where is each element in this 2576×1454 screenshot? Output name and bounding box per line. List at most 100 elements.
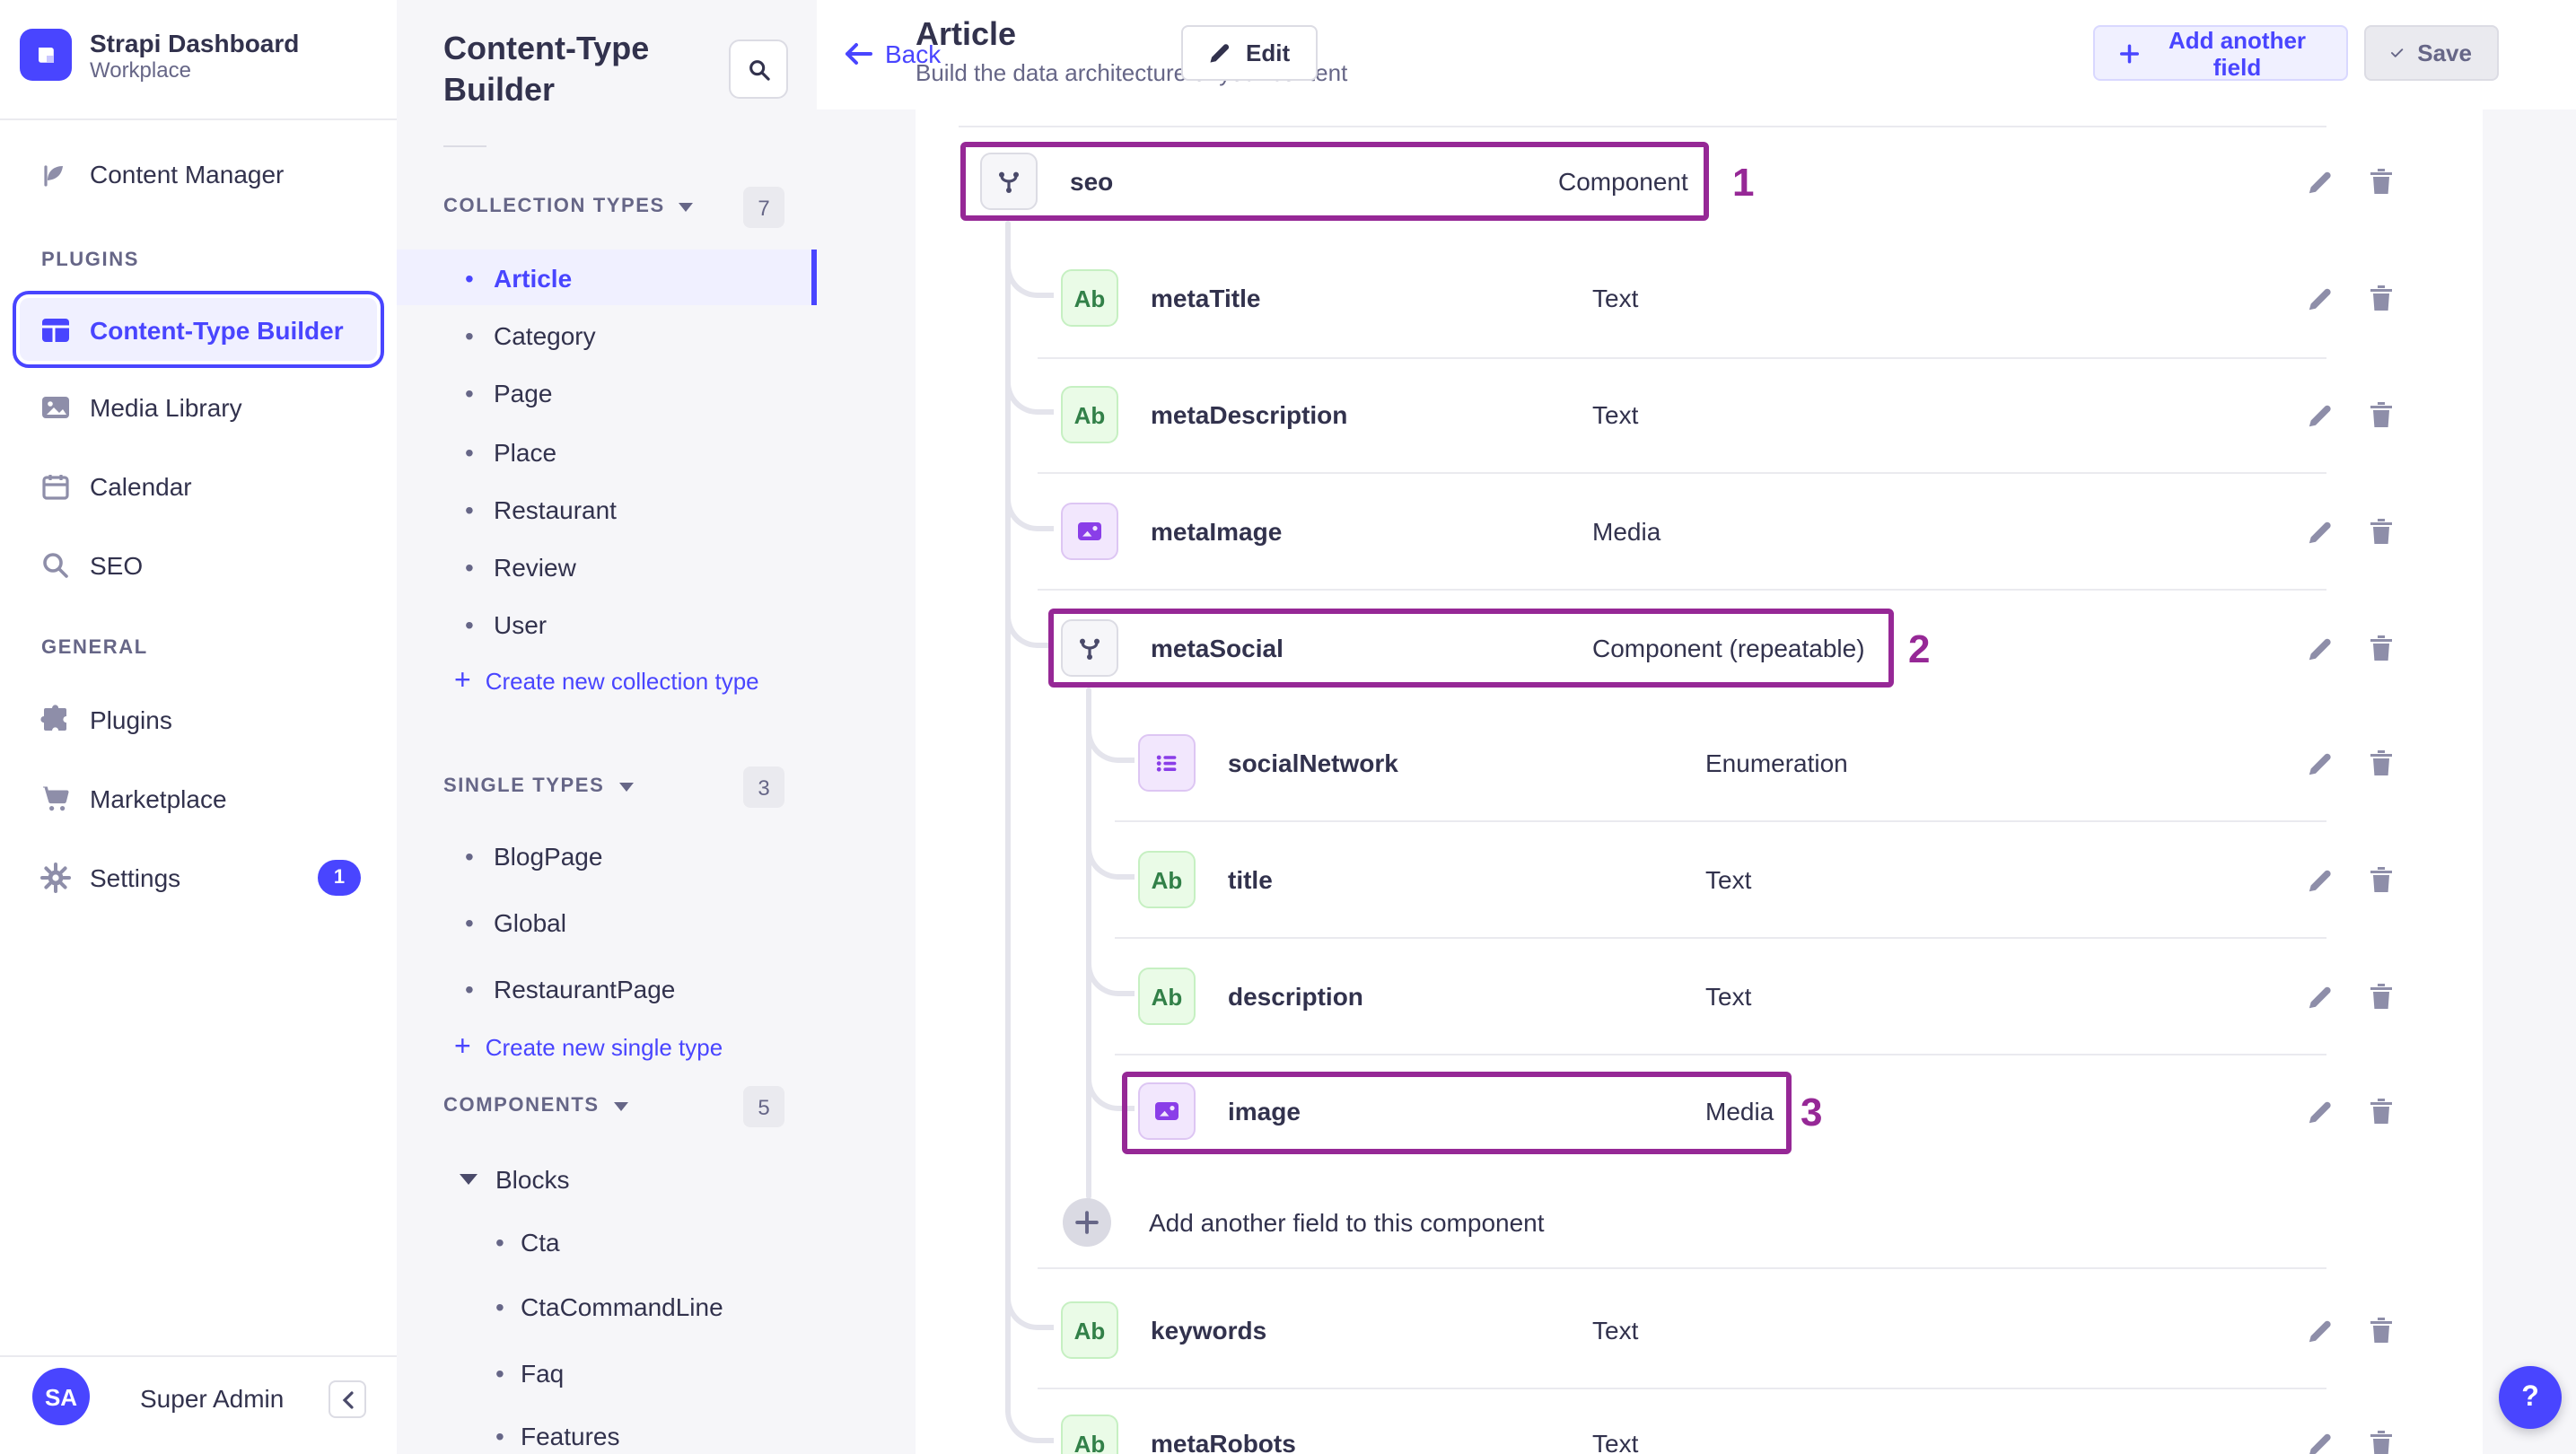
delete-field-button[interactable] [2362, 1093, 2398, 1129]
cart-icon [39, 783, 72, 815]
edit-field-button[interactable] [2301, 513, 2337, 549]
create-collection-type-link[interactable]: Create new collection type [454, 662, 759, 698]
enumeration-field-icon [1138, 734, 1196, 792]
subnav-item-review[interactable]: Review [397, 539, 817, 594]
sidebar-item-plugins[interactable]: Plugins [0, 691, 397, 749]
help-button[interactable]: ? [2499, 1366, 2562, 1429]
delete-field-button[interactable] [2362, 630, 2398, 666]
sidebar-item-label: SEO [90, 551, 144, 580]
edit-field-button[interactable] [2301, 1312, 2337, 1348]
add-field-to-component-label[interactable]: Add another field to this component [1149, 1208, 1545, 1237]
text-field-icon: Ab [1138, 851, 1196, 908]
edit-field-button[interactable] [2301, 397, 2337, 433]
edit-field-button[interactable] [2301, 745, 2337, 781]
add-another-field-button[interactable]: Add another field [2093, 25, 2348, 81]
save-button[interactable]: Save [2364, 25, 2499, 81]
trash-icon [2370, 169, 2391, 194]
delete-field-button[interactable] [2362, 513, 2398, 549]
check-icon [2391, 48, 2404, 57]
delete-field-button[interactable] [2362, 1425, 2398, 1454]
components-header[interactable]: COMPONENTS [443, 1095, 628, 1117]
subnav-item-page[interactable]: Page [397, 364, 817, 420]
subnav-item-place[interactable]: Place [397, 424, 817, 479]
field-type: Enumeration [1705, 749, 1848, 777]
field-name: title [1228, 865, 1273, 894]
delete-field-button[interactable] [2362, 163, 2398, 199]
sidebar-item-calendar[interactable]: Calendar [0, 458, 397, 515]
subnav-item-blogpage[interactable]: BlogPage [397, 828, 817, 883]
sidebar-item-content-type-builder[interactable]: Content-Type Builder [13, 291, 384, 368]
subnav-item-cta[interactable]: Cta [397, 1213, 817, 1269]
subnav-item-ctacommandline[interactable]: CtaCommandLine [397, 1278, 817, 1334]
strapi-logo-icon [20, 29, 72, 81]
delete-field-button[interactable] [2362, 978, 2398, 1014]
single-types-header[interactable]: SINGLE TYPES [443, 775, 634, 797]
add-field-plus-button[interactable] [1063, 1198, 1111, 1247]
edit-field-button[interactable] [2301, 280, 2337, 316]
sidebar-item-settings[interactable]: Settings 1 [0, 849, 397, 907]
settings-notification-badge: 1 [318, 860, 361, 896]
pencil-icon [2308, 1319, 2330, 1342]
delete-field-button[interactable] [2362, 397, 2398, 433]
search-button[interactable] [729, 39, 788, 99]
delete-field-button[interactable] [2362, 1312, 2398, 1348]
subnav-item-restaurantpage[interactable]: RestaurantPage [397, 960, 817, 1016]
field-type: Text [1592, 400, 1639, 429]
subnav-item-category[interactable]: Category [397, 307, 817, 363]
sidebar-item-label: Content-Type Builder [90, 315, 344, 344]
content-manager-icon [39, 158, 72, 190]
panel-divider [443, 145, 486, 147]
component-group-blocks[interactable]: Blocks [460, 1151, 569, 1206]
subnav-item-user[interactable]: User [397, 596, 817, 652]
subnav-item-restaurant[interactable]: Restaurant [397, 481, 817, 537]
delete-field-button[interactable] [2362, 280, 2398, 316]
sidebar-item-label: Plugins [90, 705, 172, 734]
sidebar-item-marketplace[interactable]: Marketplace [0, 770, 397, 828]
field-row-description: Ab description Text [916, 939, 2483, 1054]
create-single-type-link[interactable]: Create new single type [454, 1029, 723, 1064]
general-section-header: GENERAL [41, 637, 148, 659]
sidebar-item-label: Calendar [90, 472, 192, 501]
app-title: Strapi Dashboard [90, 29, 300, 57]
bullet-icon [495, 1358, 504, 1387]
avatar[interactable]: SA [32, 1368, 90, 1425]
delete-field-button[interactable] [2362, 862, 2398, 898]
pencil-icon [2308, 171, 2330, 193]
sidebar-item-content-manager[interactable]: Content Manager [0, 145, 397, 203]
sidebar-item-media-library[interactable]: Media Library [0, 379, 397, 436]
edit-field-button[interactable] [2301, 978, 2337, 1014]
field-row-keywords: Ab keywords Text [916, 1273, 2483, 1388]
field-name: metaDescription [1151, 400, 1348, 429]
field-type: Media [1592, 517, 1661, 546]
annotation-number-1: 1 [1732, 160, 1755, 205]
page-header: Back Article Build the data architecture… [817, 0, 2576, 109]
subnav-item-features[interactable]: Features [397, 1407, 817, 1454]
sidebar-item-label: Media Library [90, 393, 242, 422]
sidebar-item-seo[interactable]: SEO [0, 537, 397, 594]
edit-field-button[interactable] [2301, 862, 2337, 898]
content-type-builder-panel: Content-Type Builder COLLECTION TYPES 7 … [397, 0, 819, 1454]
content-type-builder-icon [39, 313, 72, 346]
sidebar-item-label: Content Manager [90, 160, 285, 188]
edit-field-button[interactable] [2301, 1425, 2337, 1454]
nav-divider [0, 1355, 397, 1357]
collapse-sidebar-button[interactable] [329, 1380, 366, 1418]
bullet-icon [465, 263, 474, 292]
subnav-item-article[interactable]: Article [397, 250, 817, 305]
field-row-metaDescription: Ab metaDescription Text [916, 357, 2483, 472]
field-name: metaTitle [1151, 284, 1261, 312]
edit-button[interactable]: Edit [1181, 25, 1318, 81]
bullet-icon [465, 609, 474, 638]
field-type: Text [1705, 865, 1752, 894]
collection-types-header[interactable]: COLLECTION TYPES [443, 196, 694, 217]
delete-field-button[interactable] [2362, 745, 2398, 781]
edit-field-button[interactable] [2301, 163, 2337, 199]
trash-icon [2370, 635, 2391, 661]
puzzle-icon [39, 704, 72, 736]
subnav-item-global[interactable]: Global [397, 894, 817, 950]
edit-field-button[interactable] [2301, 630, 2337, 666]
subnav-item-faq[interactable]: Faq [397, 1345, 817, 1400]
sidebar-item-label: Settings [90, 863, 181, 892]
workspace-header[interactable]: Strapi Dashboard Workplace [20, 29, 299, 84]
edit-field-button[interactable] [2301, 1093, 2337, 1129]
